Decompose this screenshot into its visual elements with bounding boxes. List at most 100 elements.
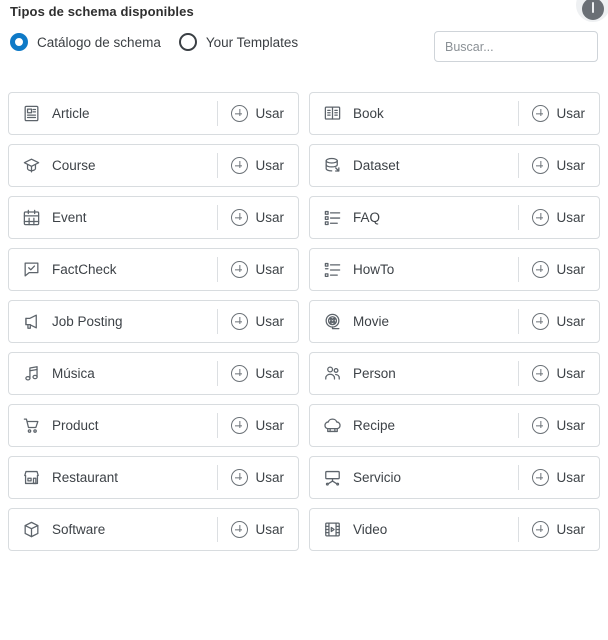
use-button-label: Usar: [255, 366, 284, 381]
use-button[interactable]: Usar: [218, 145, 298, 186]
radio-option-your-templates[interactable]: Your Templates: [178, 33, 299, 51]
schema-card-label: Música: [52, 366, 95, 381]
schema-card[interactable]: Recipe Usar: [309, 404, 600, 447]
service-desk-icon: [322, 468, 342, 488]
schema-card[interactable]: Dataset Usar: [309, 144, 600, 187]
use-button-label: Usar: [255, 314, 284, 329]
page-title: Tipos de schema disponibles: [10, 4, 194, 19]
schema-card[interactable]: Restaurant Usar: [8, 456, 299, 499]
plus-circle-icon: [231, 521, 249, 538]
use-button[interactable]: Usar: [218, 197, 298, 238]
schema-card[interactable]: Movie Usar: [309, 300, 600, 343]
box-3d-icon: [21, 520, 41, 540]
schema-card[interactable]: Software Usar: [8, 508, 299, 551]
schema-card-label: Event: [52, 210, 87, 225]
plus-circle-icon: [532, 521, 550, 538]
info-circle-icon[interactable]: [576, 0, 608, 22]
use-button[interactable]: Usar: [519, 301, 599, 342]
schema-card[interactable]: FactCheck Usar: [8, 248, 299, 291]
use-button[interactable]: Usar: [519, 93, 599, 134]
schema-card-label: Video: [353, 522, 388, 537]
schema-card[interactable]: Event Usar: [8, 196, 299, 239]
schema-card-label: FactCheck: [52, 262, 117, 277]
megaphone-icon: [21, 312, 41, 332]
schema-card[interactable]: Video Usar: [309, 508, 600, 551]
article-icon: [21, 104, 41, 124]
radio-option-catalog[interactable]: Catálogo de schema: [10, 33, 161, 51]
plus-circle-icon: [231, 209, 249, 226]
use-button-label: Usar: [255, 106, 284, 121]
plus-circle-icon: [231, 469, 249, 486]
schema-card[interactable]: Product Usar: [8, 404, 299, 447]
radio-unselected-icon[interactable]: [178, 33, 197, 51]
use-button[interactable]: Usar: [218, 301, 298, 342]
use-button[interactable]: Usar: [519, 249, 599, 290]
schema-card[interactable]: Servicio Usar: [309, 456, 600, 499]
schema-card-label: Movie: [353, 314, 390, 329]
film-reel-icon: [322, 312, 342, 332]
plus-circle-icon: [231, 365, 249, 382]
schema-card-label: Software: [52, 522, 106, 537]
use-button-label: Usar: [255, 522, 284, 537]
use-button[interactable]: Usar: [519, 197, 599, 238]
use-button-label: Usar: [255, 470, 284, 485]
calendar-icon: [21, 208, 41, 228]
plus-circle-icon: [231, 313, 249, 330]
use-button[interactable]: Usar: [218, 457, 298, 498]
radio-label-your-templates: Your Templates: [205, 34, 299, 50]
radio-selected-icon[interactable]: [10, 33, 28, 51]
use-button[interactable]: Usar: [519, 509, 599, 550]
use-button[interactable]: Usar: [218, 249, 298, 290]
schema-card-label: Job Posting: [52, 314, 123, 329]
schema-card-label: Dataset: [353, 158, 400, 173]
use-button-label: Usar: [556, 418, 585, 433]
chef-hat-icon: [322, 416, 342, 436]
plus-circle-icon: [532, 417, 550, 434]
use-button[interactable]: Usar: [218, 509, 298, 550]
plus-circle-icon: [532, 261, 550, 278]
use-button[interactable]: Usar: [218, 353, 298, 394]
plus-circle-icon: [231, 157, 249, 174]
plus-circle-icon: [532, 313, 550, 330]
use-button-label: Usar: [556, 470, 585, 485]
use-button[interactable]: Usar: [218, 405, 298, 446]
schema-card[interactable]: Article Usar: [8, 92, 299, 135]
film-strip-icon: [322, 520, 342, 540]
use-button[interactable]: Usar: [519, 405, 599, 446]
use-button-label: Usar: [556, 106, 585, 121]
use-button[interactable]: Usar: [519, 457, 599, 498]
schema-card[interactable]: Course Usar: [8, 144, 299, 187]
use-button-label: Usar: [255, 262, 284, 277]
plus-circle-icon: [532, 365, 550, 382]
graduation-cap-icon: [21, 156, 41, 176]
schema-source-radio-group: Catálogo de schema Your Templates: [10, 33, 298, 51]
plus-circle-icon: [231, 105, 249, 122]
numbered-list-icon: [322, 260, 342, 280]
use-button-label: Usar: [556, 210, 585, 225]
schema-card[interactable]: Book Usar: [309, 92, 600, 135]
schema-card[interactable]: FAQ Usar: [309, 196, 600, 239]
schema-card-label: Product: [52, 418, 99, 433]
use-button-label: Usar: [255, 210, 284, 225]
schema-card[interactable]: Música Usar: [8, 352, 299, 395]
storefront-icon: [21, 468, 41, 488]
schema-card-label: Person: [353, 366, 396, 381]
plus-circle-icon: [231, 417, 249, 434]
use-button[interactable]: Usar: [218, 93, 298, 134]
plus-circle-icon: [532, 209, 550, 226]
list-icon: [322, 208, 342, 228]
plus-circle-icon: [532, 469, 550, 486]
schema-card-label: Restaurant: [52, 470, 119, 485]
shopping-cart-icon: [21, 416, 41, 436]
search-input[interactable]: [434, 31, 598, 62]
schema-card[interactable]: HowTo Usar: [309, 248, 600, 291]
radio-label-catalog: Catálogo de schema: [37, 34, 161, 50]
use-button[interactable]: Usar: [519, 145, 599, 186]
schema-card-label: Book: [353, 106, 384, 121]
people-icon: [322, 364, 342, 384]
use-button[interactable]: Usar: [519, 353, 599, 394]
schema-card[interactable]: Person Usar: [309, 352, 600, 395]
schema-card[interactable]: Job Posting Usar: [8, 300, 299, 343]
use-button-label: Usar: [556, 366, 585, 381]
check-bubble-icon: [21, 260, 41, 280]
